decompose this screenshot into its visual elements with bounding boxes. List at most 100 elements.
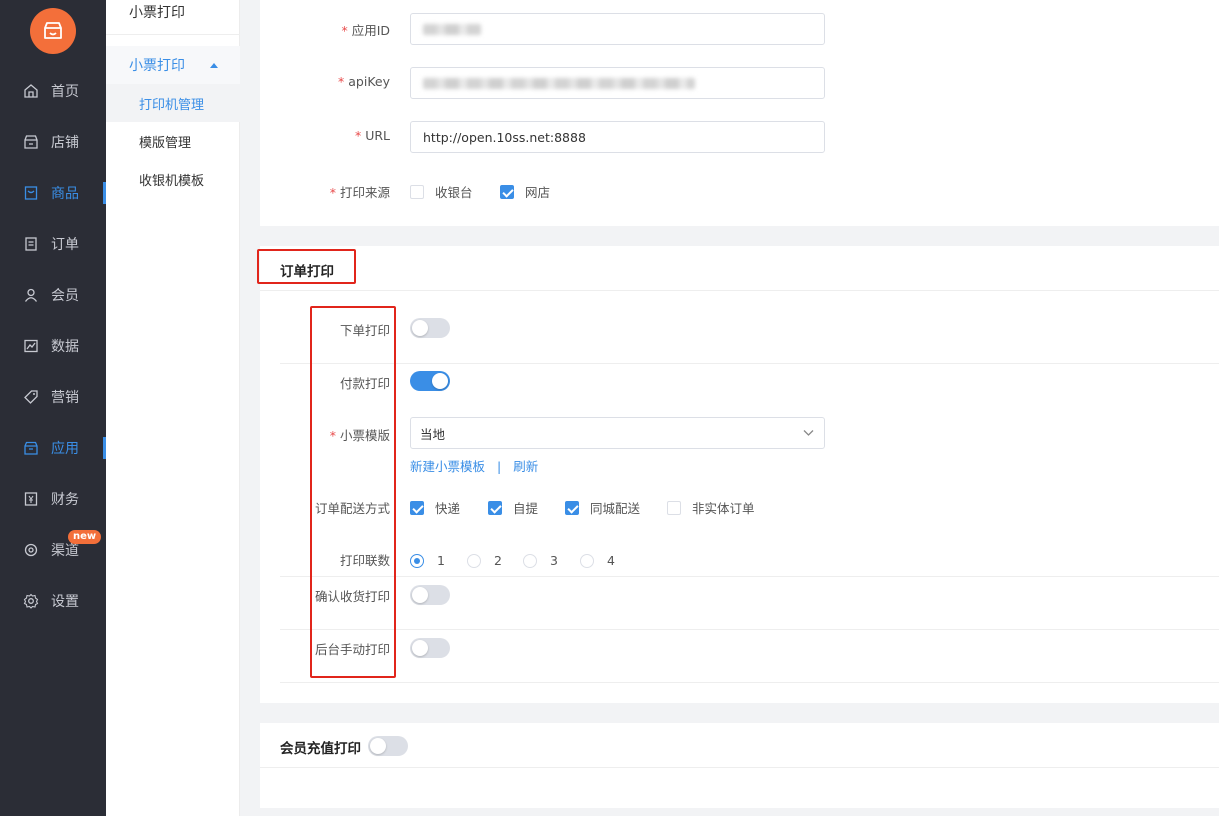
divider bbox=[106, 34, 240, 35]
goods-icon bbox=[22, 184, 40, 202]
main-sidebar: 首页 店铺 商品 订单 会员 数据 营销 应用 财务 渠道 new 设置 bbox=[0, 0, 106, 816]
refresh-link[interactable]: 刷新 bbox=[513, 459, 538, 474]
subnav-group[interactable]: 小票打印 bbox=[106, 46, 240, 84]
template-label: * 小票模版 bbox=[329, 428, 390, 443]
nav-label: 店铺 bbox=[51, 134, 79, 151]
subnav-item-cashier-template[interactable]: 收银机模板 bbox=[106, 160, 240, 198]
member-print-card: 会员充值打印 bbox=[260, 723, 1219, 808]
place-order-label: 下单打印 bbox=[339, 323, 390, 338]
subnav-item-label: 打印机管理 bbox=[139, 97, 205, 113]
store-icon bbox=[22, 133, 40, 151]
checkbox-checked[interactable] bbox=[488, 500, 502, 515]
radio[interactable] bbox=[523, 553, 537, 568]
nav-label: 订单 bbox=[51, 236, 79, 253]
subnav-item-label: 收银机模板 bbox=[139, 173, 205, 189]
copies-radio-2[interactable]: 2 bbox=[467, 553, 502, 568]
checkbox-checked[interactable] bbox=[565, 500, 579, 515]
section-title: 会员充值打印 bbox=[280, 741, 361, 757]
divider bbox=[280, 576, 1219, 577]
url-label: * URL bbox=[354, 128, 390, 143]
copies-radio-1[interactable]: 1 bbox=[410, 553, 445, 568]
section-title: 订单打印 bbox=[280, 264, 334, 280]
checkbox[interactable] bbox=[667, 500, 681, 515]
order-icon bbox=[22, 235, 40, 253]
pay-toggle[interactable] bbox=[410, 371, 450, 391]
chevron-down-icon bbox=[803, 430, 814, 436]
nav-label: 应用 bbox=[51, 440, 79, 457]
new-template-link[interactable]: 新建小票模板 bbox=[410, 459, 485, 474]
app-id-input[interactable] bbox=[410, 13, 825, 45]
tag-icon bbox=[22, 388, 40, 406]
store-logo-icon bbox=[44, 22, 62, 39]
subnav-title: 小票打印 bbox=[129, 5, 185, 21]
new-badge: new bbox=[68, 530, 102, 544]
api-key-label: * apiKey bbox=[338, 74, 390, 89]
nav-data[interactable]: 数据 bbox=[0, 320, 106, 371]
logo[interactable] bbox=[30, 8, 76, 54]
template-value: 当地 bbox=[420, 426, 446, 442]
nav-store[interactable]: 店铺 bbox=[0, 116, 106, 167]
source-checkbox-webshop[interactable]: 网店 bbox=[500, 182, 550, 201]
order-print-card: 订单打印 下单打印 付款打印 * 小票模版 当地 新建小票模板 | 刷新 订单配送… bbox=[260, 246, 1219, 703]
nav-channel[interactable]: 渠道 new bbox=[0, 524, 106, 575]
api-key-input[interactable] bbox=[410, 67, 825, 99]
divider bbox=[280, 629, 1219, 630]
manual-print-toggle[interactable] bbox=[410, 638, 450, 658]
delivery-label: 订单配送方式 bbox=[314, 501, 390, 516]
nav-marketing[interactable]: 营销 bbox=[0, 371, 106, 422]
radio[interactable] bbox=[467, 553, 481, 568]
copies-label: 打印联数 bbox=[339, 553, 390, 568]
divider bbox=[260, 767, 1219, 768]
place-order-toggle[interactable] bbox=[410, 318, 450, 338]
nav-label: 会员 bbox=[51, 287, 79, 304]
nav-settings[interactable]: 设置 bbox=[0, 575, 106, 626]
nav-label: 财务 bbox=[51, 491, 79, 508]
copies-radio-4[interactable]: 4 bbox=[580, 553, 615, 568]
url-value: http://open.10ss.net:8888 bbox=[423, 129, 586, 145]
url-input[interactable]: http://open.10ss.net:8888 bbox=[410, 121, 825, 153]
app-id-label: * 应用ID bbox=[341, 23, 390, 38]
delivery-checkbox-virtual[interactable]: 非实体订单 bbox=[667, 498, 755, 517]
checkbox[interactable] bbox=[410, 184, 424, 199]
nav-home[interactable]: 首页 bbox=[0, 65, 106, 116]
delivery-checkbox-express[interactable]: 快递 bbox=[410, 498, 460, 517]
gear-icon bbox=[22, 592, 40, 610]
checkbox-checked[interactable] bbox=[410, 500, 424, 515]
subnav-item-template[interactable]: 模版管理 bbox=[106, 122, 240, 160]
nav-app[interactable]: 应用 bbox=[0, 422, 106, 473]
radio[interactable] bbox=[580, 553, 594, 568]
chart-icon bbox=[22, 337, 40, 355]
config-card: * 应用ID * apiKey * URL http://open.10ss.net:… bbox=[260, 0, 1219, 226]
nav-member[interactable]: 会员 bbox=[0, 269, 106, 320]
source-label: * 打印来源 bbox=[329, 185, 390, 200]
finance-icon bbox=[22, 490, 40, 508]
nav-finance[interactable]: 财务 bbox=[0, 473, 106, 524]
nav-goods[interactable]: 商品 bbox=[0, 167, 106, 218]
confirm-receipt-toggle[interactable] bbox=[410, 585, 450, 605]
pay-label: 付款打印 bbox=[339, 376, 390, 391]
nav-order[interactable]: 订单 bbox=[0, 218, 106, 269]
channel-icon bbox=[22, 541, 40, 559]
divider bbox=[260, 290, 1219, 291]
nav-label: 首页 bbox=[51, 83, 79, 100]
member-print-toggle[interactable] bbox=[368, 736, 408, 756]
template-links: 新建小票模板 | 刷新 bbox=[410, 456, 538, 475]
sub-sidebar: 小票打印 小票打印 打印机管理 模版管理 收银机模板 bbox=[106, 0, 240, 816]
confirm-receipt-label: 确认收货打印 bbox=[314, 589, 390, 604]
copies-radio-3[interactable]: 3 bbox=[523, 553, 558, 568]
app-icon bbox=[22, 439, 40, 457]
divider bbox=[280, 363, 1219, 364]
nav-label: 商品 bbox=[51, 185, 79, 202]
redacted-value bbox=[423, 23, 481, 35]
checkbox-checked[interactable] bbox=[500, 184, 514, 199]
template-select[interactable]: 当地 bbox=[410, 417, 825, 449]
delivery-checkbox-pickup[interactable]: 自提 bbox=[488, 498, 538, 517]
member-icon bbox=[22, 286, 40, 304]
redacted-value bbox=[423, 77, 695, 89]
radio-selected[interactable] bbox=[410, 553, 424, 568]
source-checkbox-cashier[interactable]: 收银台 bbox=[410, 182, 473, 201]
subnav-item-printer[interactable]: 打印机管理 bbox=[106, 84, 240, 122]
manual-print-label: 后台手动打印 bbox=[314, 642, 390, 657]
delivery-checkbox-local[interactable]: 同城配送 bbox=[565, 498, 640, 517]
nav-label: 数据 bbox=[51, 338, 79, 355]
